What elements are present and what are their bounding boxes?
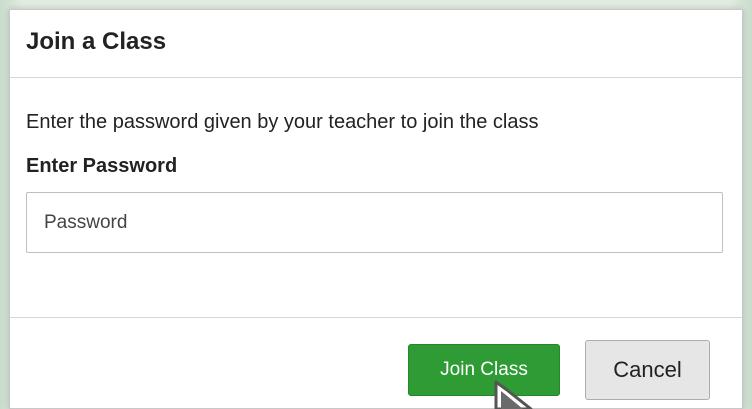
dialog-title: Join a Class xyxy=(26,28,167,55)
password-input[interactable] xyxy=(26,192,723,253)
cancel-button[interactable]: Cancel xyxy=(585,340,710,400)
dialog-body: Enter the password given by your teacher… xyxy=(10,78,742,318)
password-label: Enter Password xyxy=(26,155,178,177)
join-class-dialog: Join a Class Enter the password given by… xyxy=(9,9,743,409)
dialog-footer: Join Class Cancel xyxy=(10,318,742,408)
dialog-instructions: Enter the password given by your teacher… xyxy=(26,111,539,133)
dialog-header: Join a Class xyxy=(10,10,742,78)
join-class-button[interactable]: Join Class xyxy=(408,344,560,396)
